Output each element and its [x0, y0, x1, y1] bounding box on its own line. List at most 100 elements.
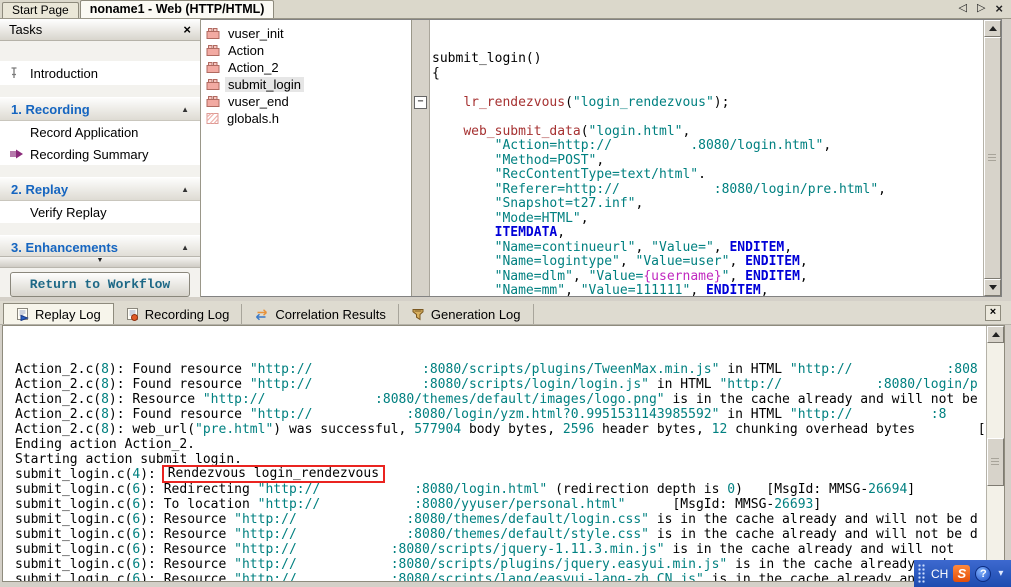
tab-start-page[interactable]: Start Page: [2, 2, 79, 18]
text-segment: [432, 95, 463, 110]
action-file-icon: [206, 95, 220, 108]
text-segment: submit_login.c(: [15, 527, 133, 542]
text-segment: "http://: [234, 527, 297, 542]
code-line: {: [432, 65, 983, 82]
generation-log-icon: [411, 308, 425, 321]
tab-scroll-left-button[interactable]: ◁: [958, 2, 966, 15]
text-segment: "http://: [789, 407, 853, 422]
log-output[interactable]: Action_2.c(8): Found resource "http:// :…: [2, 325, 1005, 582]
section-header-1-recording[interactable]: 1. Recording ▲: [0, 97, 200, 121]
text-segment: submit_login.c(: [15, 467, 133, 482]
tab-recording-log[interactable]: Recording Log: [114, 304, 243, 324]
text-segment: ): web_url(: [108, 422, 196, 437]
text-segment: body bytes,: [461, 422, 563, 437]
text-segment: "Name=mm": [494, 283, 566, 296]
file-item-action[interactable]: Action: [201, 42, 411, 59]
text-segment: {: [432, 65, 440, 81]
close-document-button[interactable]: ×: [995, 2, 1003, 15]
section-header-2-replay[interactable]: 2. Replay ▲: [0, 177, 200, 201]
text-segment: ,: [565, 283, 581, 296]
tray-grip[interactable]: [918, 564, 926, 583]
text-segment: 8: [101, 362, 109, 377]
code-line: submit_login(): [432, 51, 983, 67]
file-item-vuser-end[interactable]: vuser_end: [201, 93, 411, 110]
file-item-globals-h[interactable]: globals.h: [201, 110, 411, 127]
code-line: "Name=continueurl", "Value=", ENDITEM,: [432, 239, 983, 256]
text-segment: [312, 407, 406, 422]
text-segment: Action_2.c(: [15, 407, 102, 422]
close-log-button[interactable]: ×: [985, 305, 1001, 321]
text-segment: [MsgId: MMSG-: [625, 497, 775, 512]
language-indicator[interactable]: CH: [931, 567, 948, 581]
text-segment: lr_rendezvous: [463, 94, 566, 110]
scroll-thumb[interactable]: [987, 438, 1004, 486]
text-segment: :8080/login.html": [414, 482, 548, 497]
log-line: submit_login.c(6): Resource "http:// :80…: [15, 542, 1004, 557]
tab-label: Generation Log: [430, 306, 521, 322]
action-file-icon: [206, 78, 220, 91]
text-segment: [297, 572, 391, 581]
collapse-icon[interactable]: ▲: [181, 243, 189, 252]
task-item-record-application[interactable]: Record Application: [0, 121, 200, 143]
task-item-verify-replay[interactable]: Verify Replay: [0, 201, 200, 223]
text-segment: ): Found resource: [108, 362, 250, 377]
return-to-workflow-button[interactable]: Return to Workflow: [10, 272, 190, 297]
file-item-vuser-init[interactable]: vuser_init: [201, 25, 411, 42]
section-2-replay: 2. Replay ▲ Verify Replay: [0, 177, 200, 223]
editor-vertical-scrollbar[interactable]: [983, 20, 1001, 296]
tab-correlation-results[interactable]: Correlation Results: [242, 304, 399, 324]
text-segment: [853, 362, 947, 377]
tab-replay-log[interactable]: Replay Log: [3, 303, 114, 324]
arrow-up-icon: [991, 332, 1000, 337]
code-line: "Mode=HTML",: [432, 211, 983, 227]
text-segment: "http://: [234, 572, 297, 582]
collapse-icon[interactable]: ▲: [181, 105, 189, 114]
tasks-scroll-more[interactable]: ▼: [0, 256, 200, 268]
close-tasks-button[interactable]: ×: [183, 22, 191, 37]
code-editor[interactable]: submit_login(){ lr_rendezvous("login_ren…: [430, 20, 983, 296]
text-segment: [432, 153, 495, 168]
file-item-action-2[interactable]: Action_2: [201, 59, 411, 76]
sogou-input-icon[interactable]: S: [953, 565, 971, 582]
section-3-enhancements: 3. Enhancements ▲: [0, 235, 200, 256]
task-item-recording-summary[interactable]: Recording Summary: [0, 143, 200, 165]
section-label: 1. Recording: [11, 101, 90, 117]
log-line: Action_2.c(8): Found resource "http:// :…: [15, 407, 1004, 422]
tab-label: Correlation Results: [275, 306, 386, 322]
task-item-introduction[interactable]: Introduction: [0, 61, 200, 85]
text-segment: is in the cache already and will not: [664, 542, 955, 557]
section-header-3-enhancements[interactable]: 3. Enhancements ▲: [0, 235, 200, 256]
text-segment: ,: [635, 239, 652, 255]
text-segment: ENDITEM: [745, 268, 800, 284]
tab-noname1-web-http-html[interactable]: noname1 - Web (HTTP/HTML): [79, 0, 275, 18]
text-segment: :8080/themes/default/images/logo.png": [375, 392, 665, 407]
text-segment: ): Found resource: [108, 407, 250, 422]
code-gutter: −: [412, 20, 430, 296]
tasks-title: Tasks: [9, 22, 43, 37]
tab-scroll-right-button[interactable]: ▷: [977, 2, 985, 15]
tab-generation-log[interactable]: Generation Log: [399, 304, 534, 324]
scroll-down-button[interactable]: [984, 279, 1001, 296]
file-item-submit-login[interactable]: submit_login: [201, 76, 411, 93]
help-icon[interactable]: ?: [975, 565, 992, 582]
text-segment: "http://: [249, 407, 313, 422]
code-fold-toggle[interactable]: −: [414, 96, 427, 109]
text-segment: "http://: [202, 392, 266, 407]
text-segment: [432, 167, 495, 182]
code-lines: submit_login(){ lr_rendezvous("login_ren…: [432, 51, 983, 296]
file-name: Action: [228, 43, 265, 58]
text-segment: [612, 138, 690, 153]
text-segment: [320, 497, 414, 512]
scroll-up-button[interactable]: [987, 326, 1004, 343]
log-vertical-scrollbar[interactable]: [986, 326, 1004, 581]
scroll-thumb[interactable]: [984, 37, 1001, 279]
scroll-up-button[interactable]: [984, 20, 1001, 37]
text-segment: :8080/scripts/plugins/TweenMax.min.js": [422, 362, 720, 377]
collapse-icon[interactable]: ▲: [181, 185, 189, 194]
text-segment: ,: [690, 283, 706, 296]
tray-expand-icon[interactable]: ▾: [998, 568, 1003, 579]
log-line: submit_login.c(6): Resource "http:// :80…: [15, 512, 1004, 527]
file-list: vuser_init Action Action_2 submit_login vuse…: [201, 20, 412, 296]
text-segment: );: [713, 94, 730, 110]
